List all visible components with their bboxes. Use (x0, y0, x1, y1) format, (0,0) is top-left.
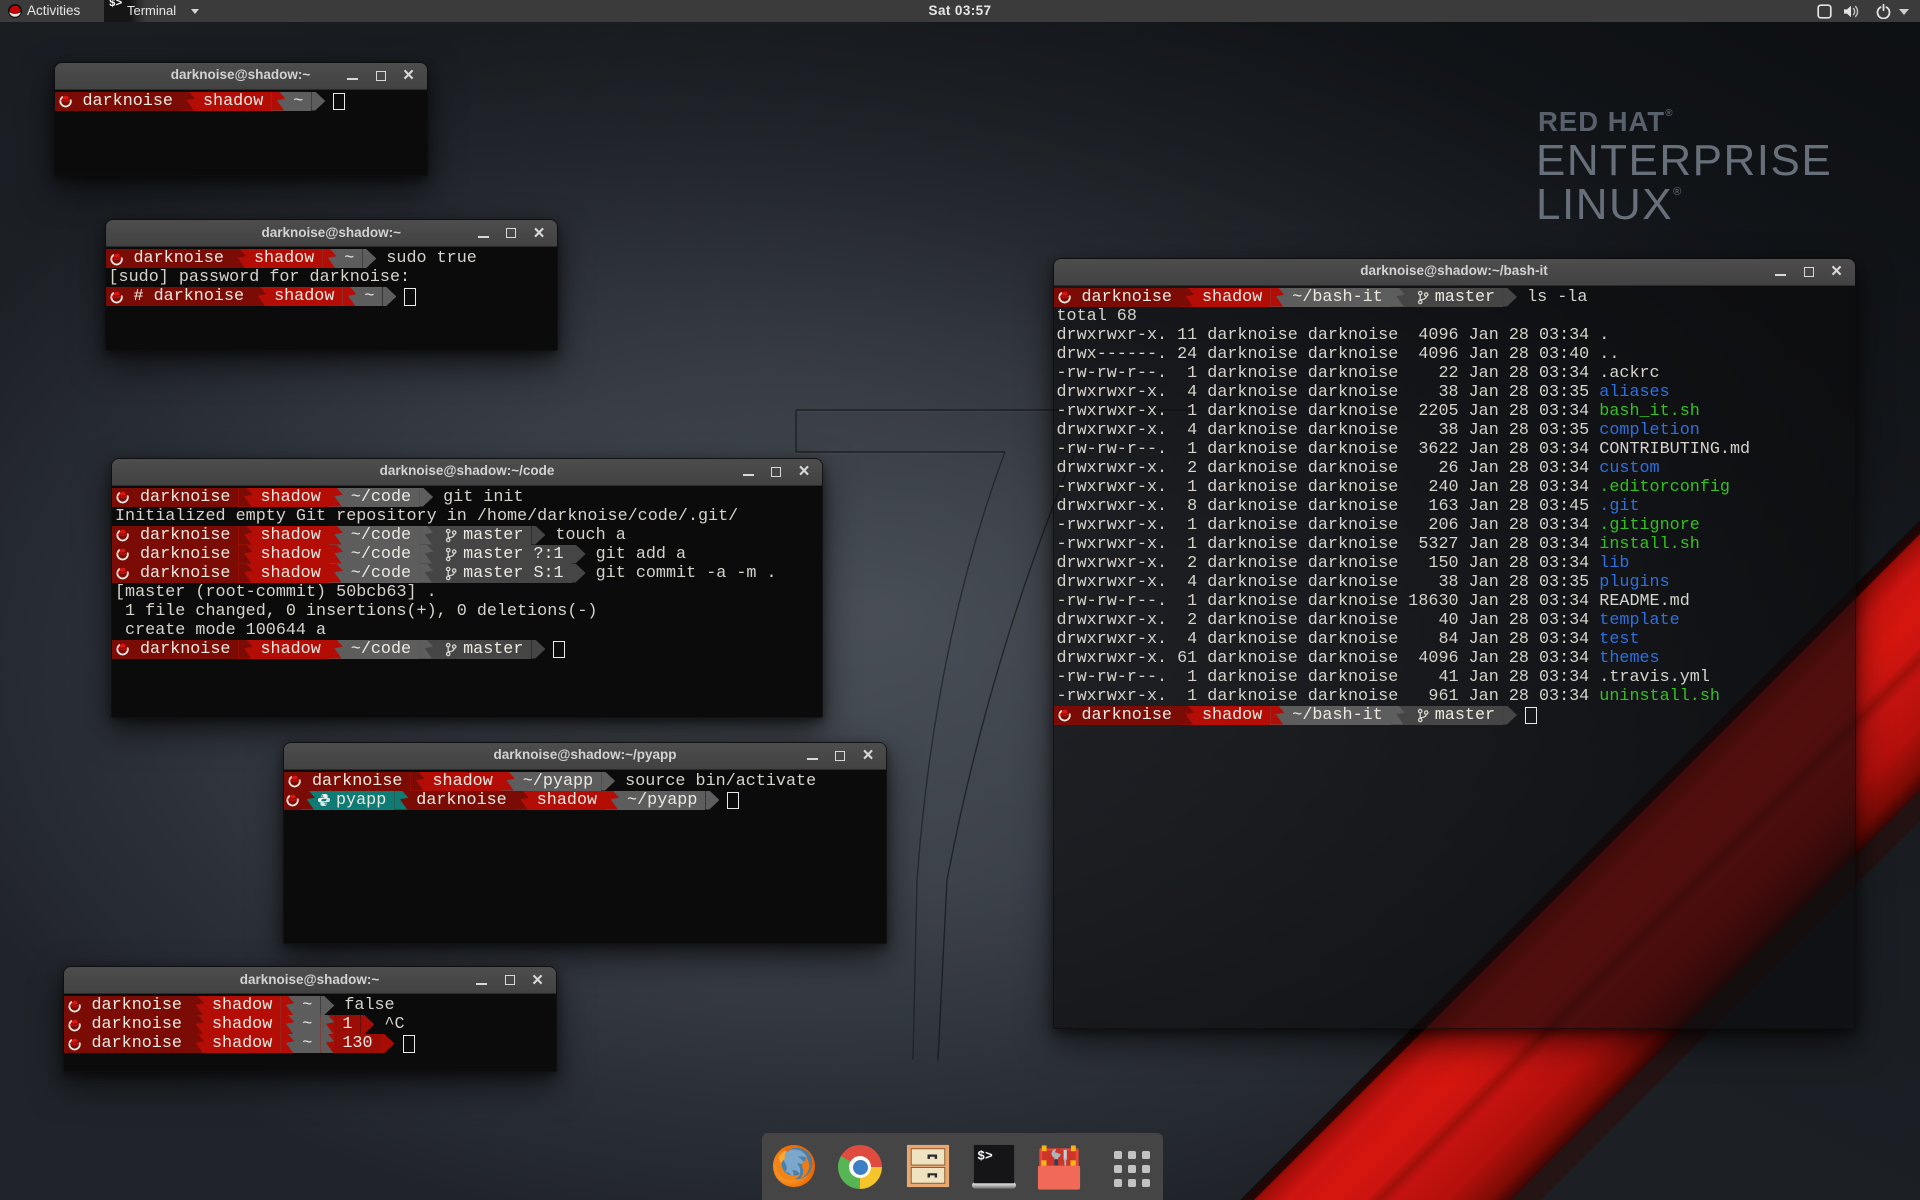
svg-text:$>: $> (977, 1148, 993, 1163)
